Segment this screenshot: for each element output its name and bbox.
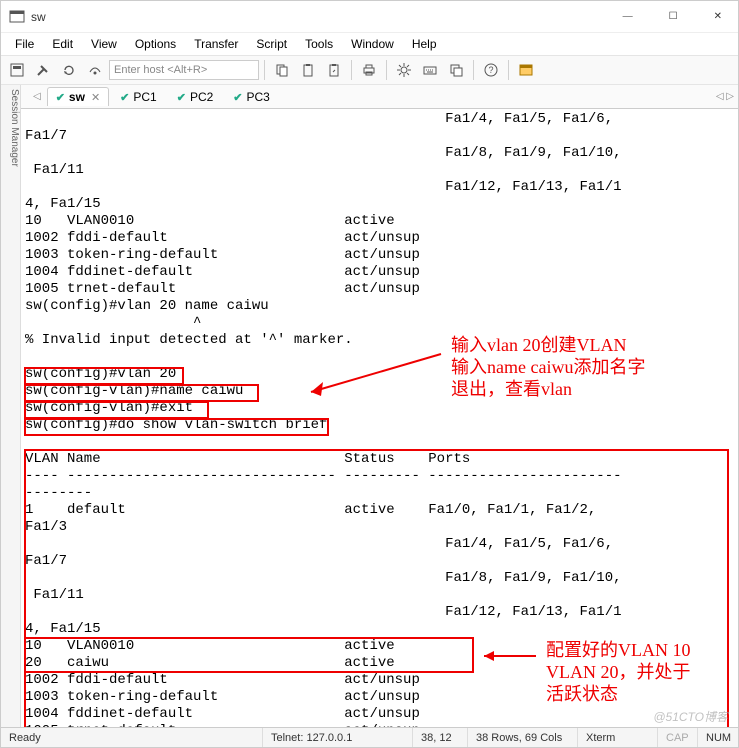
host-input[interactable]: Enter host <Alt+R> xyxy=(109,60,259,80)
toolbar: Enter host <Alt+R> ? xyxy=(1,55,738,85)
check-icon: ✔ xyxy=(177,91,186,104)
tab-label: PC1 xyxy=(133,90,156,104)
tab-scroll-left[interactable]: ◁ xyxy=(29,91,45,102)
menu-script[interactable]: Script xyxy=(248,35,295,53)
menu-transfer[interactable]: Transfer xyxy=(186,35,246,53)
window-titlebar: sw — ☐ ✕ xyxy=(1,1,738,33)
statusbar: Ready Telnet: 127.0.0.1 38, 12 38 Rows, … xyxy=(1,727,738,747)
maximize-button[interactable]: ☐ xyxy=(661,7,686,26)
menu-file[interactable]: File xyxy=(7,35,42,53)
tab-scroll-right[interactable]: ◁ ▷ xyxy=(712,91,738,102)
check-icon: ✔ xyxy=(56,91,65,104)
menu-options[interactable]: Options xyxy=(127,35,184,53)
tab-sw[interactable]: ✔ sw ✕ xyxy=(47,87,109,106)
app-icon xyxy=(9,9,25,25)
status-emulation: Xterm xyxy=(578,728,658,747)
tab-label: sw xyxy=(69,90,85,104)
menu-edit[interactable]: Edit xyxy=(44,35,81,53)
menubar: File Edit View Options Transfer Script T… xyxy=(1,33,738,55)
connect-icon[interactable] xyxy=(31,58,55,82)
keyboard-icon[interactable] xyxy=(418,58,442,82)
tab-label: PC3 xyxy=(247,90,270,104)
check-icon: ✔ xyxy=(233,91,242,104)
status-telnet: Telnet: 127.0.0.1 xyxy=(263,728,413,747)
svg-text:?: ? xyxy=(488,65,493,75)
settings-icon[interactable] xyxy=(392,58,416,82)
tab-close-icon[interactable]: ✕ xyxy=(91,91,100,104)
tab-label: PC2 xyxy=(190,90,213,104)
menu-window[interactable]: Window xyxy=(343,35,402,53)
session-tabs: ◁ ✔ sw ✕ ✔ PC1 ✔ PC2 ✔ PC3 ◁ ▷ xyxy=(21,85,738,109)
close-button[interactable]: ✕ xyxy=(706,7,730,26)
profile-icon[interactable] xyxy=(5,58,29,82)
tab-pc2[interactable]: ✔ PC2 xyxy=(168,87,223,106)
status-ready: Ready xyxy=(1,728,263,747)
status-cap: CAP xyxy=(658,728,698,747)
overlap-icon[interactable] xyxy=(444,58,468,82)
status-cursor: 38, 12 xyxy=(413,728,468,747)
status-size: 38 Rows, 69 Cols xyxy=(468,728,578,747)
session-manager-tab[interactable]: Session Manager xyxy=(1,85,21,727)
minimize-button[interactable]: — xyxy=(615,7,641,26)
status-num: NUM xyxy=(698,728,738,747)
tab-pc1[interactable]: ✔ PC1 xyxy=(111,87,166,106)
terminal-output[interactable]: Fa1/4, Fa1/5, Fa1/6, Fa1/7 Fa1/8, Fa1/9,… xyxy=(21,109,738,727)
check-icon: ✔ xyxy=(120,91,129,104)
tab-pc3[interactable]: ✔ PC3 xyxy=(224,87,279,106)
menu-help[interactable]: Help xyxy=(404,35,445,53)
watermark: @51CTO博客 xyxy=(653,708,728,725)
paste-icon[interactable] xyxy=(296,58,320,82)
menu-tools[interactable]: Tools xyxy=(297,35,341,53)
menu-view[interactable]: View xyxy=(83,35,125,53)
copy-icon[interactable] xyxy=(270,58,294,82)
print-icon[interactable] xyxy=(357,58,381,82)
disconnect-icon[interactable] xyxy=(83,58,107,82)
window-title: sw xyxy=(31,10,615,24)
reconnect-icon[interactable] xyxy=(57,58,81,82)
help-icon[interactable]: ? xyxy=(479,58,503,82)
session-icon[interactable] xyxy=(514,58,538,82)
find-icon[interactable] xyxy=(322,58,346,82)
